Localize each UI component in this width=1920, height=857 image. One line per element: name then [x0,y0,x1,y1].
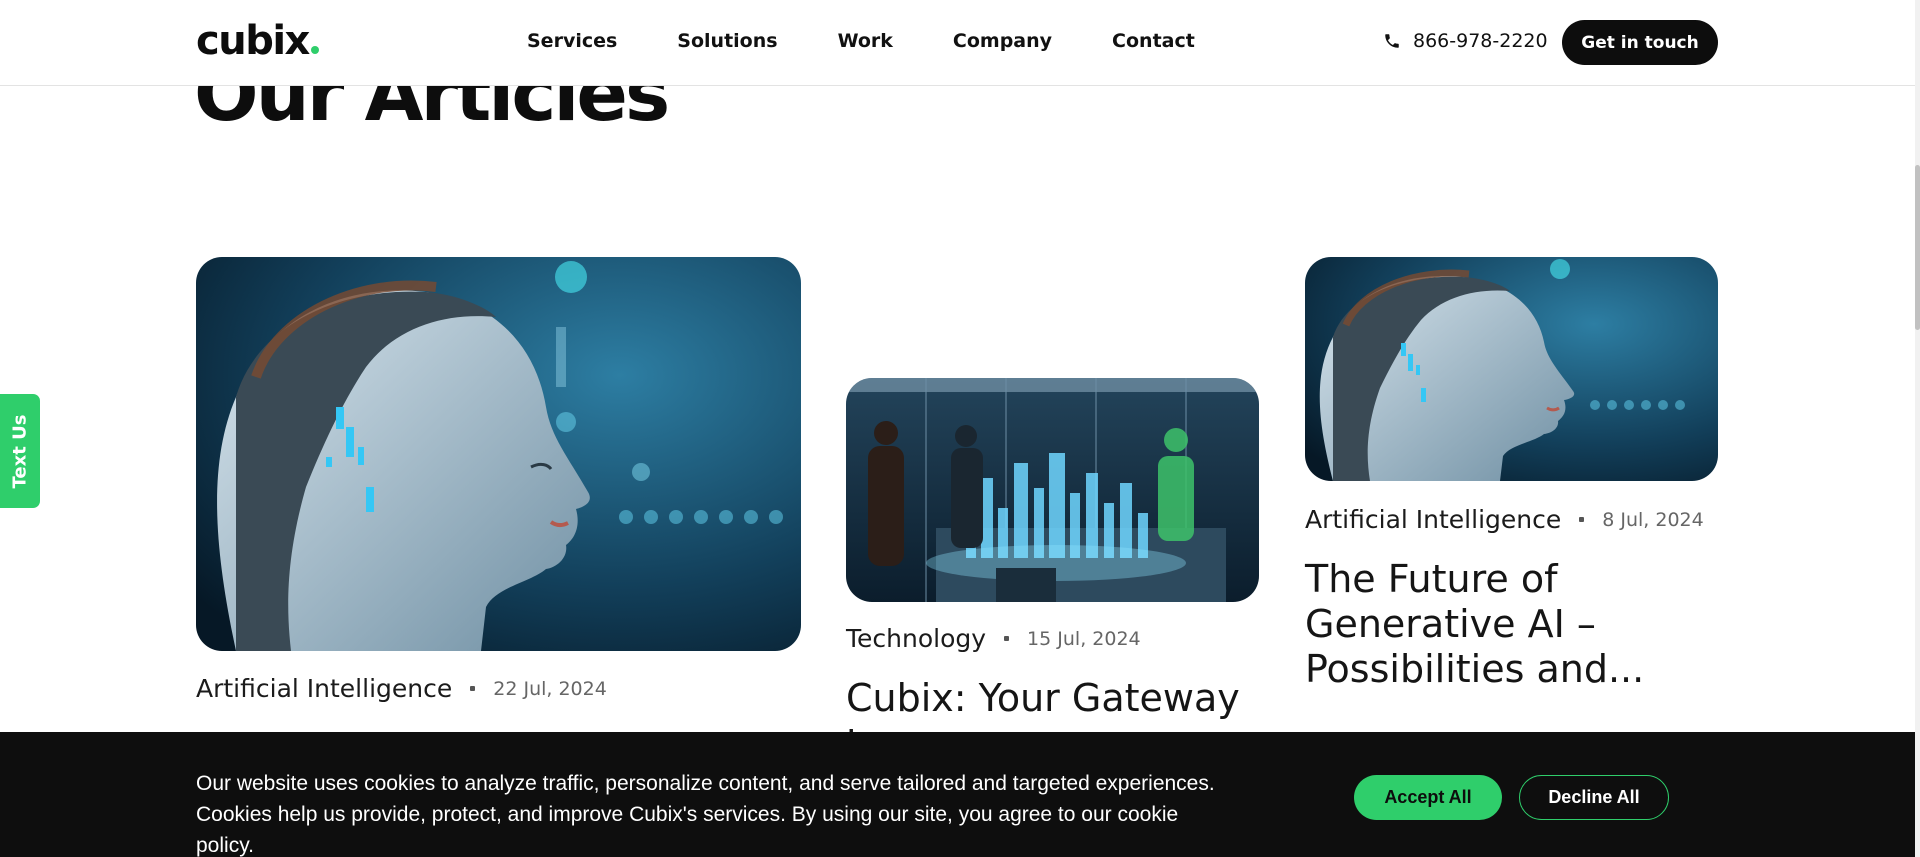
main-nav: Services Solutions Work Company Contact [527,30,1195,52]
cookie-message: Our website uses cookies to analyze traf… [196,768,1236,857]
nav-contact[interactable]: Contact [1112,30,1195,52]
article-title-3[interactable]: The Future of Generative AI – Possibilit… [1305,557,1665,692]
article-meta-2: Technology 15 Jul, 2024 [846,624,1141,653]
phone-link[interactable]: 866-978-2220 [1383,30,1548,52]
phone-number: 866-978-2220 [1413,30,1548,52]
article-image-1[interactable] [196,257,801,651]
nav-work[interactable]: Work [838,30,893,52]
logo-text: cubix [196,18,310,64]
meta-separator [470,686,476,691]
meta-separator [1004,636,1010,641]
hologram-city-meeting-image [846,378,1259,602]
meta-separator [1579,517,1585,522]
article-date-3: 8 Jul, 2024 [1602,508,1704,531]
article-meta-1: Artificial Intelligence 22 Jul, 2024 [196,674,607,703]
article-image-3[interactable] [1305,257,1718,481]
get-in-touch-button[interactable]: Get in touch [1562,20,1718,65]
page-scrollbar[interactable] [1915,0,1920,857]
cubix-logo[interactable]: cubix [196,18,319,64]
accept-all-button[interactable]: Accept All [1354,775,1502,820]
cookie-line-2: Cookies help us provide, protect, and im… [196,803,1179,857]
scrollbar-thumb[interactable] [1915,165,1920,330]
ai-robot-woman-image [1305,257,1718,481]
nav-services[interactable]: Services [527,30,617,52]
article-category-2[interactable]: Technology [846,624,986,653]
article-category-1[interactable]: Artificial Intelligence [196,674,452,703]
article-date-2: 15 Jul, 2024 [1027,627,1141,650]
ai-robot-woman-image [196,257,801,651]
logo-dot [310,46,319,54]
decline-all-button[interactable]: Decline All [1519,775,1669,820]
article-date-1: 22 Jul, 2024 [493,677,607,700]
text-us-label: Text Us [9,414,31,488]
article-category-3[interactable]: Artificial Intelligence [1305,505,1561,534]
site-header: cubix Services Solutions Work Company Co… [0,0,1915,86]
nav-solutions[interactable]: Solutions [677,30,777,52]
article-meta-3: Artificial Intelligence 8 Jul, 2024 [1305,505,1704,534]
cookie-banner: Our website uses cookies to analyze traf… [0,732,1915,857]
phone-icon [1385,34,1399,48]
text-us-button[interactable]: Text Us [0,394,40,508]
nav-company[interactable]: Company [953,30,1052,52]
article-image-2[interactable] [846,378,1259,602]
cookie-line-1: Our website uses cookies to analyze traf… [196,772,1215,795]
